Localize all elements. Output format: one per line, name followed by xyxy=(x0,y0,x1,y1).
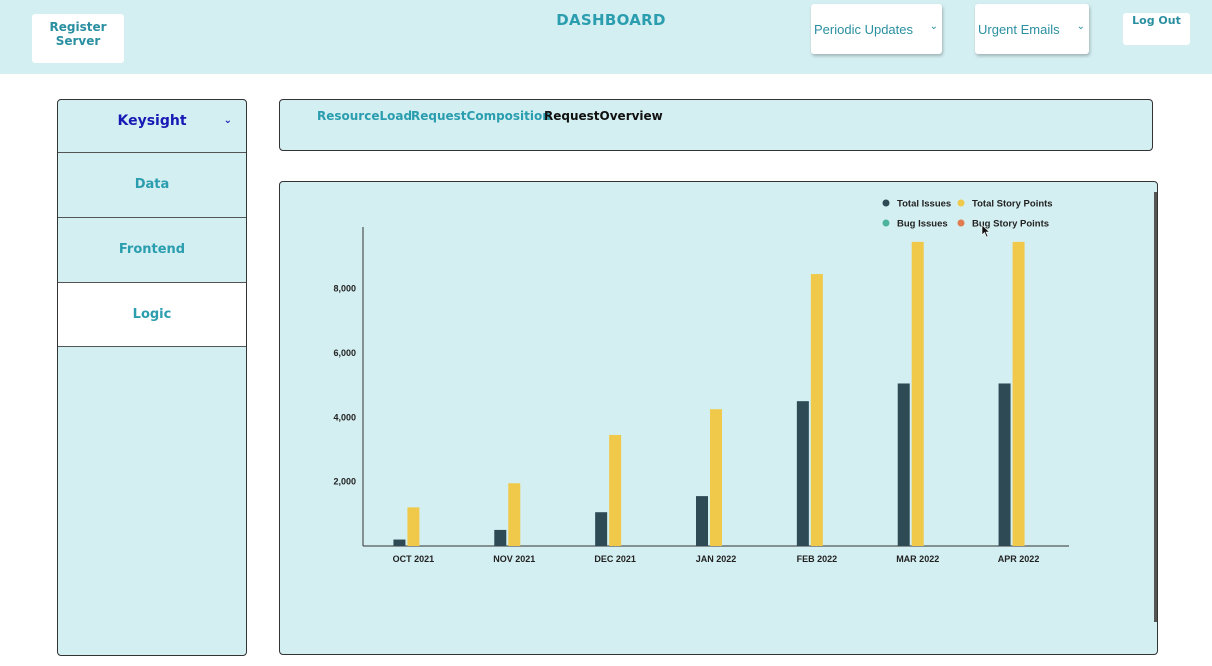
bar-total-story-points xyxy=(710,409,722,546)
legend-label: Total Story Points xyxy=(972,199,1053,210)
edge-handle: ) xyxy=(0,330,1,344)
legend-marker xyxy=(957,219,965,227)
bar-total-story-points xyxy=(1012,241,1025,546)
x-tick-label: FEB 2022 xyxy=(797,554,838,564)
page-title: DASHBOARD xyxy=(556,11,666,29)
bar-chart: 2,000 4,000 6,000 8,000 OCT 2021 NOV 2021 DEC … xyxy=(333,199,1069,564)
bar-total-issues xyxy=(696,496,708,546)
bar-total-issues xyxy=(998,383,1011,546)
legend-marker xyxy=(882,199,890,207)
bar-total-story-points xyxy=(911,241,924,546)
tab-resource-load[interactable]: ResourceLoad xyxy=(317,109,412,123)
sidebar-brand-dropdown[interactable]: Keysight ⌄ xyxy=(58,100,246,153)
bar-total-issues xyxy=(595,512,608,546)
y-tick-label: 8,000 xyxy=(333,284,356,294)
bar-total-issues xyxy=(897,383,910,546)
x-tick-label: DEC 2021 xyxy=(594,554,636,564)
x-tick-label: APR 2022 xyxy=(998,554,1040,564)
y-tick-label: 4,000 xyxy=(333,412,356,422)
periodic-updates-value: Periodic Updates xyxy=(814,22,913,37)
y-tick-label: 6,000 xyxy=(333,348,356,358)
urgent-emails-value: Urgent Emails xyxy=(978,22,1060,37)
tab-request-composition[interactable]: RequestComposition xyxy=(411,109,551,123)
bar-total-story-points xyxy=(609,434,622,546)
top-bar: Register Server DASHBOARD Periodic Updat… xyxy=(0,0,1212,74)
sidebar: Keysight ⌄ Data Frontend Logic xyxy=(57,99,247,656)
chart-panel-scrollbar[interactable] xyxy=(1154,192,1157,622)
x-tick-label: JAN 2022 xyxy=(696,554,737,564)
chevron-down-icon: ⌄ xyxy=(223,115,232,126)
legend-label: Bug Issues xyxy=(897,219,948,230)
chevron-down-icon: ⌄ xyxy=(1076,21,1085,32)
bar-total-issues xyxy=(393,539,406,546)
tab-bar: ResourceLoad RequestComposition RequestO… xyxy=(279,99,1153,151)
log-out-button[interactable]: Log Out xyxy=(1123,13,1190,45)
legend-marker xyxy=(957,199,965,207)
register-server-button[interactable]: Register Server xyxy=(32,14,124,63)
sidebar-item-logic[interactable]: Logic xyxy=(58,283,246,347)
sidebar-item-frontend[interactable]: Frontend xyxy=(58,218,246,283)
bar-total-issues xyxy=(796,401,809,546)
bar-total-story-points xyxy=(810,274,823,546)
bar-total-story-points xyxy=(508,483,521,546)
chevron-down-icon: ⌄ xyxy=(929,21,938,32)
legend-marker xyxy=(882,219,890,227)
x-tick-label: OCT 2021 xyxy=(393,554,435,564)
chart-panel: 2,000 4,000 6,000 8,000 OCT 2021 NOV 2021 DEC … xyxy=(279,181,1158,655)
sidebar-brand-label: Keysight xyxy=(117,113,187,129)
urgent-emails-select[interactable]: Urgent Emails ⌄ xyxy=(975,4,1089,54)
legend-label: Total Issues xyxy=(897,199,951,210)
tab-request-overview[interactable]: RequestOverview xyxy=(544,109,663,123)
x-tick-label: MAR 2022 xyxy=(896,554,939,564)
x-tick-label: NOV 2021 xyxy=(493,554,535,564)
y-tick-label: 2,000 xyxy=(333,477,356,487)
mouse-cursor-icon xyxy=(981,224,991,238)
bar-total-story-points xyxy=(407,507,420,546)
sidebar-item-data[interactable]: Data xyxy=(58,153,246,218)
periodic-updates-select[interactable]: Periodic Updates ⌄ xyxy=(811,4,942,54)
bar-total-issues xyxy=(494,529,507,546)
